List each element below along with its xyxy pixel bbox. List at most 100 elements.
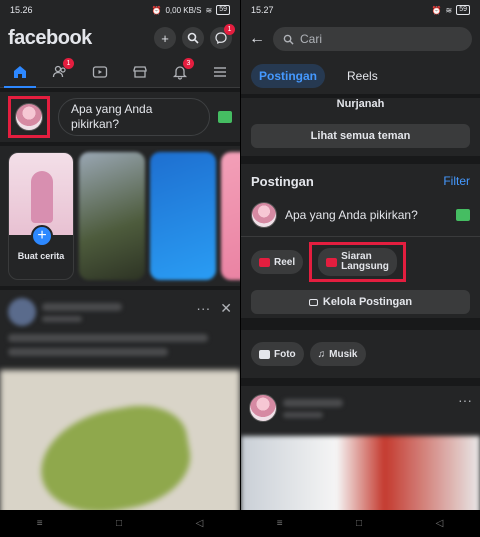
composer-input[interactable]: Apa yang Anda pikirkan? [58,98,210,136]
author-name-blurred [283,398,343,407]
more-options-icon[interactable]: ··· [458,392,472,408]
wifi-icon: ≋ [205,5,213,15]
battery-indicator: 59 [456,5,470,15]
home-icon [14,65,26,78]
story-card[interactable] [221,152,240,280]
story-card[interactable] [79,152,145,280]
post-actions: ··· ✕ [196,300,232,317]
messenger-button[interactable]: 1 [210,24,235,49]
home-square-icon[interactable]: □ [356,518,362,529]
photo-chip[interactable]: Foto [251,342,304,366]
tab-marketplace[interactable] [120,56,160,88]
status-time: 15.26 [10,5,33,15]
tab-notifications[interactable]: 3 [160,56,200,88]
create-story-label: Buat cerita [17,251,65,261]
avatar-highlight [8,96,50,138]
posts-title-row: Postingan Filter [251,164,470,198]
profile-avatar[interactable] [251,202,277,228]
music-label: Musik [329,348,358,360]
search-icon [283,34,294,45]
manage-posts-label: Kelola Postingan [322,296,413,308]
messenger-badge: 1 [224,24,235,35]
media-chips: Foto ♫ Musik [241,330,480,378]
system-nav-bar-left: ≡ □ ◁ [0,510,240,537]
system-nav-bar-right: ≡ □ ◁ [240,510,480,537]
plus-icon: + [31,225,53,247]
profile-filter-tabs: Postingan Reels [241,58,480,94]
live-button[interactable]: Siaran Langsung [318,248,398,276]
tab-reels[interactable]: Reels [339,64,386,88]
post-text-blurred [0,334,240,356]
facebook-logo: facebook [8,26,92,49]
manage-posts-button[interactable]: Kelola Postingan [251,290,470,314]
friends-badge: 1 [63,57,74,69]
story-card[interactable] [150,152,216,280]
back-triangle-icon[interactable]: ◁ [196,518,204,529]
battery-indicator: 59 [216,5,230,15]
composer-prompt[interactable]: Apa yang Anda pikirkan? [285,208,448,222]
close-icon[interactable]: ✕ [220,300,232,317]
status-bar: 15.27 ⏰ ≋ 59 [241,0,480,20]
post-composer: Apa yang Anda pikirkan? [251,198,470,232]
composer-actions: Reel Siaran Langsung [251,242,470,282]
tab-menu[interactable] [200,56,240,88]
friend-name: Nurjanah [336,98,385,110]
photo-label: Foto [274,348,296,360]
video-icon [92,65,108,78]
tab-home[interactable] [0,56,40,88]
tab-postingan[interactable]: Postingan [251,64,326,88]
post-author-avatar[interactable] [8,298,36,326]
create-button[interactable]: + [154,27,176,49]
status-icons: ⏰ ≋ 59 [432,5,470,15]
alarm-icon: ⏰ [431,5,442,15]
status-bar: 15.26 ⏰ 0,00 KB/S ≋ 59 [0,0,240,20]
reel-button[interactable]: Reel [251,250,304,274]
posts-section: Postingan Filter Apa yang Anda pikirkan?… [241,164,480,318]
create-story-card[interactable]: + Buat cerita [8,152,74,280]
post-header [241,386,480,430]
profile-avatar[interactable] [15,103,43,131]
post-image[interactable] [241,436,480,510]
search-button[interactable] [182,27,204,49]
post-time-blurred [42,315,82,322]
post-image[interactable] [0,370,240,510]
back-triangle-icon[interactable]: ◁ [436,518,444,529]
author-name-blurred [42,302,122,311]
photo-icon[interactable] [218,111,232,123]
text-line [8,334,208,342]
tab-friends[interactable]: 1 [40,56,80,88]
post-author-meta [283,398,343,418]
back-arrow-icon[interactable]: ← [249,30,265,48]
friends-section: Nurjanah Lihat semua teman [241,98,480,156]
story-avatar-image [9,153,73,235]
photo-icon[interactable] [456,209,470,221]
filter-link[interactable]: Filter [443,174,470,188]
post-author-avatar[interactable] [249,394,277,422]
home-square-icon[interactable]: □ [116,518,122,529]
notifications-badge: 3 [183,57,194,69]
wifi-icon: ≋ [445,5,453,15]
header-actions: + 1 [154,24,235,49]
post-author-meta [42,302,122,322]
search-input[interactable]: Cari [273,27,472,51]
post-time-blurred [283,411,323,418]
live-label: Siaran Langsung [341,251,389,272]
leaf-shape [32,397,198,510]
music-chip[interactable]: ♫ Musik [309,342,366,366]
marketplace-icon [133,65,147,78]
live-video-icon [326,257,338,267]
right-screen: 15.27 ⏰ ≋ 59 ← Cari Postingan Reels Nurj… [240,0,480,510]
recents-icon[interactable]: ≡ [37,518,43,529]
stories-tray: + Buat cerita [0,146,240,286]
live-highlight: Siaran Langsung [309,242,407,282]
manage-posts-icon [308,298,318,306]
search-placeholder: Cari [300,32,323,46]
post-composer: Apa yang Anda pikirkan? [0,92,240,142]
reel-icon [259,257,270,267]
tab-watch[interactable] [80,56,120,88]
recents-icon[interactable]: ≡ [277,518,283,529]
see-all-friends-button[interactable]: Lihat semua teman [251,124,470,148]
text-line [8,348,168,356]
photo-icon [259,349,270,359]
more-options-icon[interactable]: ··· [196,300,210,317]
